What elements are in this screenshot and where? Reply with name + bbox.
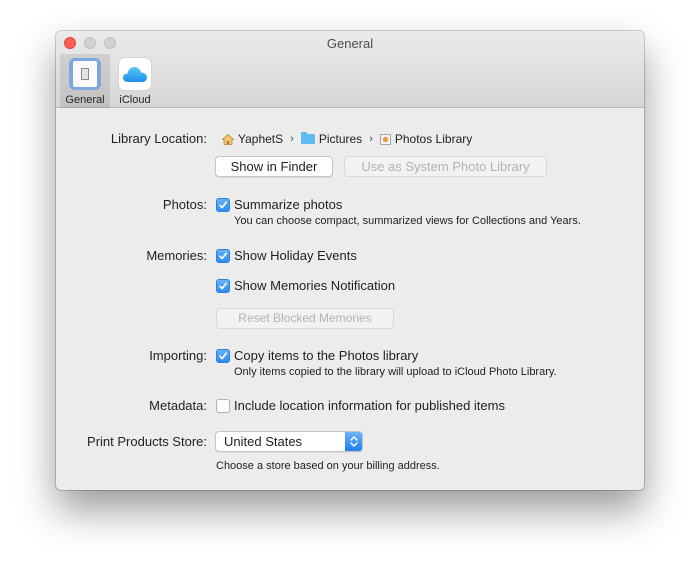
summarize-photos-checkbox[interactable]: Summarize photos xyxy=(216,197,581,212)
show-holiday-events-checkbox[interactable]: Show Holiday Events xyxy=(216,248,395,263)
include-location-label: Include location information for publish… xyxy=(234,398,505,413)
photos-label: Photos: xyxy=(162,197,207,212)
path-segment-library[interactable]: Photos Library xyxy=(395,132,472,146)
photos-library-icon xyxy=(379,133,391,145)
print-store-selected: United States xyxy=(224,434,303,449)
checkbox-checked-icon[interactable] xyxy=(216,248,230,263)
tab-icloud-label: iCloud xyxy=(119,94,151,106)
summarize-photos-label: Summarize photos xyxy=(234,197,343,212)
metadata-label: Metadata: xyxy=(149,398,207,413)
checkbox-checked-icon[interactable] xyxy=(216,348,230,363)
memories-controls: Show Holiday Events Show Memories Notifi… xyxy=(216,248,395,329)
summarize-photos-note: You can choose compact, summarized views… xyxy=(234,215,581,227)
general-icon xyxy=(69,58,101,90)
print-store-label: Print Products Store: xyxy=(87,434,207,449)
checkbox-checked-icon[interactable] xyxy=(216,197,230,212)
importing-label: Importing: xyxy=(149,348,207,363)
library-path: YaphetS › Pictures › Photos Library xyxy=(221,132,472,146)
use-as-system-library-button[interactable]: Use as System Photo Library xyxy=(344,156,547,177)
tab-general[interactable]: General xyxy=(60,54,110,108)
show-memories-notification-label: Show Memories Notification xyxy=(234,278,396,293)
icloud-icon xyxy=(119,58,151,90)
reset-blocked-memories-button[interactable]: Reset Blocked Memories xyxy=(216,308,394,329)
title-bar: General General iCloud xyxy=(56,31,644,108)
folder-icon xyxy=(300,132,315,144)
updown-chevron-icon[interactable] xyxy=(345,432,362,451)
print-store-note: Choose a store based on your billing add… xyxy=(216,460,440,472)
copy-items-checkbox[interactable]: Copy items to the Photos library xyxy=(216,348,557,363)
importing-controls: Copy items to the Photos library Only it… xyxy=(216,348,557,378)
copy-items-note: Only items copied to the library will up… xyxy=(234,366,557,378)
checkbox-unchecked-icon[interactable] xyxy=(216,398,230,413)
path-segment-user[interactable]: YaphetS xyxy=(238,132,283,146)
print-store-controls: United States Choose a store based on yo… xyxy=(215,431,440,472)
metadata-controls: Include location information for publish… xyxy=(216,398,505,413)
print-store-select[interactable]: United States xyxy=(215,431,363,452)
copy-items-label: Copy items to the Photos library xyxy=(234,348,419,363)
show-holiday-events-label: Show Holiday Events xyxy=(234,248,357,263)
tab-icloud[interactable]: iCloud xyxy=(110,54,160,108)
photos-controls: Summarize photos You can choose compact,… xyxy=(216,197,581,227)
path-separator: › xyxy=(369,133,373,145)
path-separator: › xyxy=(290,133,294,145)
library-location-label: Library Location: xyxy=(110,131,207,146)
library-buttons: Show in Finder Use as System Photo Libra… xyxy=(215,156,547,177)
home-icon xyxy=(221,133,235,145)
preferences-window: General General iCloud Library Location:… xyxy=(56,31,644,490)
window-title: General xyxy=(326,36,374,51)
tab-general-label: General xyxy=(65,94,105,106)
memories-label: Memories: xyxy=(146,248,207,263)
general-pane: Library Location: YaphetS › Pictures › P… xyxy=(56,109,644,490)
show-in-finder-button[interactable]: Show in Finder xyxy=(215,156,333,177)
include-location-checkbox[interactable]: Include location information for publish… xyxy=(216,398,505,413)
toolbar-tabs: General iCloud xyxy=(60,54,160,108)
checkbox-checked-icon[interactable] xyxy=(216,278,230,293)
show-memories-notification-checkbox[interactable]: Show Memories Notification xyxy=(216,278,395,293)
path-segment-pictures[interactable]: Pictures xyxy=(319,132,362,146)
